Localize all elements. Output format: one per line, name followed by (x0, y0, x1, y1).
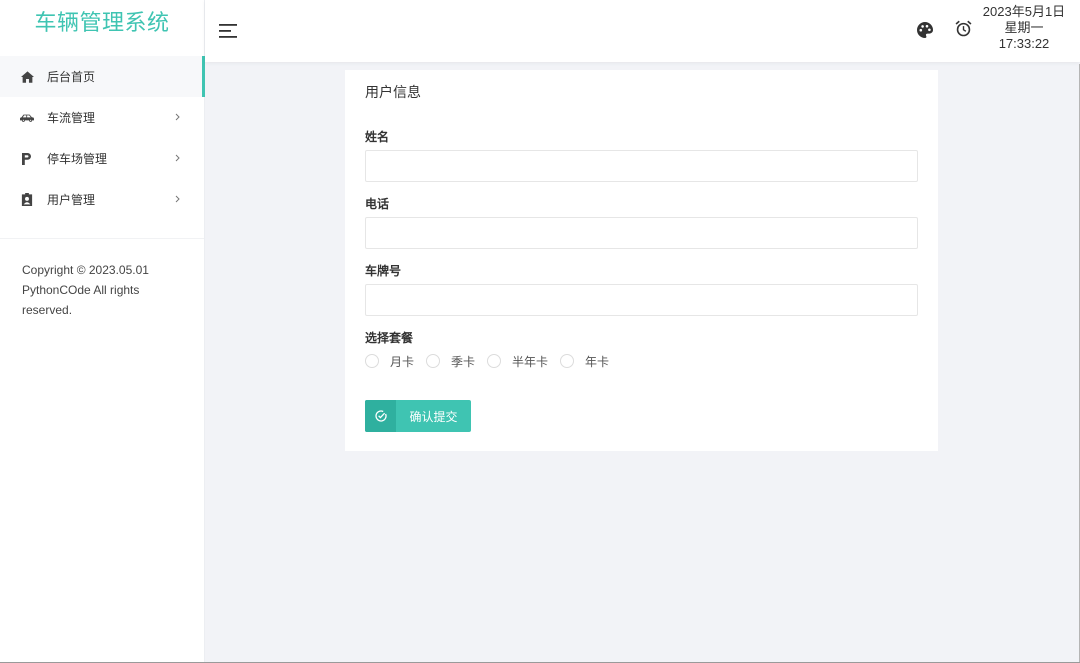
field-phone-group: 电话 (365, 194, 918, 249)
package-radio-group: 月卡 季卡 半年卡 年卡 (365, 351, 918, 371)
radio-button[interactable] (426, 354, 441, 368)
name-label: 姓名 (365, 130, 390, 144)
package-option-monthly[interactable]: 月卡 (365, 353, 414, 370)
copyright-text: Copyright © 2023.05.01 PythonCOde All ri… (22, 260, 149, 320)
radio-label[interactable]: 月卡 (390, 353, 414, 370)
palette-icon[interactable] (917, 22, 933, 38)
copyright-line: PythonCOde All rights (22, 283, 140, 297)
sidebar-item-traffic[interactable]: 车流管理 (0, 97, 205, 138)
submit-button-label: 确认提交 (409, 409, 458, 424)
car-icon (20, 111, 34, 125)
sidebar-item-home[interactable]: 后台首页 (0, 56, 205, 97)
plate-number-label: 车牌号 (365, 264, 402, 278)
sidebar-item-label: 停车场管理 (47, 152, 108, 166)
radio-button[interactable] (365, 354, 379, 368)
check-circle-icon (365, 400, 396, 432)
user-info-card: 用户信息 姓名 电话 车牌号 选择套餐 月卡 季卡 半年卡 年卡 确认提交 (345, 70, 938, 451)
phone-label: 电话 (365, 197, 390, 211)
parking-icon (20, 152, 34, 166)
radio-label[interactable]: 半年卡 (512, 353, 548, 370)
name-input[interactable] (365, 150, 918, 182)
sidebar-item-label: 后台首页 (47, 70, 96, 84)
hamburger-icon[interactable] (219, 24, 237, 38)
app-window: 车辆管理系统 后台首页 车流管理 停车场管理 用户管理 Copyright © … (0, 0, 1080, 663)
sidebar: 车辆管理系统 后台首页 车流管理 停车场管理 用户管理 Copyright © … (0, 0, 205, 662)
phone-input[interactable] (365, 217, 918, 249)
top-header: 2023年5月1日 星期一 17:33:22 (205, 0, 1080, 62)
chevron-right-icon (175, 113, 180, 121)
radio-button[interactable] (487, 354, 502, 368)
radio-label[interactable]: 年卡 (585, 353, 609, 370)
sidebar-item-label: 车流管理 (47, 111, 96, 125)
package-option-quarterly[interactable]: 季卡 (426, 353, 475, 370)
radio-button[interactable] (560, 354, 575, 368)
radio-label[interactable]: 季卡 (451, 353, 475, 370)
package-label: 选择套餐 (365, 331, 414, 345)
time-text: 17:33:22 (998, 36, 1050, 51)
date-text: 2023年5月1日 (982, 4, 1066, 19)
app-title: 车辆管理系统 (34, 10, 170, 35)
copyright-line: reserved. (22, 303, 73, 317)
chevron-right-icon (175, 154, 180, 162)
package-option-yearly[interactable]: 年卡 (560, 353, 609, 370)
sidebar-item-users[interactable]: 用户管理 (0, 179, 205, 220)
user-badge-icon (20, 193, 34, 207)
sidebar-item-label: 用户管理 (47, 193, 96, 207)
plate-number-input[interactable] (365, 284, 918, 316)
field-package-group: 选择套餐 月卡 季卡 半年卡 年卡 (365, 328, 918, 371)
package-option-half-year[interactable]: 半年卡 (487, 353, 548, 370)
alarm-clock-icon[interactable] (955, 20, 972, 37)
weekday-text: 星期一 (1004, 20, 1044, 35)
chevron-right-icon (175, 195, 180, 203)
home-icon (20, 70, 34, 84)
card-title: 用户信息 (365, 84, 421, 100)
sidebar-menu: 后台首页 车流管理 停车场管理 用户管理 (0, 56, 205, 220)
submit-button[interactable]: 确认提交 (365, 400, 471, 432)
field-name-group: 姓名 (365, 127, 918, 182)
sidebar-item-parking[interactable]: 停车场管理 (0, 138, 205, 179)
clock-display: 2023年5月1日 星期一 17:33:22 (979, 4, 1069, 52)
copyright-line: Copyright © 2023.05.01 (22, 263, 149, 277)
sidebar-divider (0, 238, 204, 239)
field-plate-group: 车牌号 (365, 261, 918, 316)
